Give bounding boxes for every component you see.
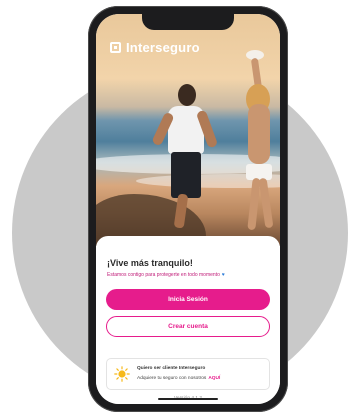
- welcome-panel: ¡Vive más tranquilo! Estamos contigo par…: [96, 236, 280, 404]
- brand-name: Interseguro: [126, 40, 200, 55]
- promo-body-text: Adquiere tu seguro con nosotros: [137, 376, 207, 381]
- login-button[interactable]: Inicia Sesión: [106, 289, 270, 310]
- phone-frame: Interseguro ¡Vive más tranquilo! Estamos…: [88, 6, 288, 412]
- welcome-headline: ¡Vive más tranquilo!: [107, 258, 193, 268]
- phone-notch: [142, 14, 234, 30]
- welcome-subline: Estamos contigo para protegerte en todo …: [107, 272, 225, 278]
- promo-title: Quiero ser cliente Interseguro: [137, 366, 206, 371]
- sun-icon: [114, 366, 130, 382]
- promo-card[interactable]: Quiero ser cliente Interseguro Adquiere …: [106, 358, 270, 390]
- heart-icon: ♥: [221, 272, 225, 278]
- welcome-subline-text: Estamos contigo para protegerte en todo …: [107, 272, 220, 278]
- brand-logo: Interseguro: [110, 40, 200, 55]
- promo-body: Adquiere tu seguro con nosotros AQUÍ: [137, 376, 220, 381]
- home-indicator: [158, 398, 218, 400]
- create-account-button[interactable]: Crear cuenta: [106, 316, 270, 337]
- app-screen: Interseguro ¡Vive más tranquilo! Estamos…: [96, 14, 280, 404]
- interseguro-logo-icon: [110, 42, 121, 53]
- promo-link[interactable]: AQUÍ: [208, 376, 220, 381]
